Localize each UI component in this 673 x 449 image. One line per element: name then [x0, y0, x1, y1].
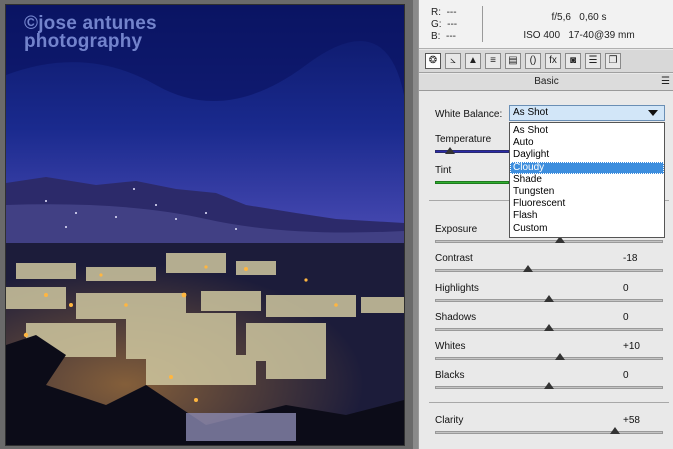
aperture: f/5,6	[551, 12, 571, 23]
whites-slider-track[interactable]	[435, 357, 663, 360]
temperature-label: Temperature	[435, 134, 492, 145]
white-balance-option[interactable]: As Shot	[510, 125, 664, 137]
whites-label: Whites	[435, 341, 466, 352]
blacks-value[interactable]: 0	[623, 370, 663, 381]
tab-effects[interactable]: fx	[545, 53, 561, 69]
white-balance-select[interactable]: As Shot	[509, 105, 665, 121]
white-balance-label: White Balance:	[435, 109, 503, 120]
r-value: ---	[446, 7, 457, 18]
clarity-slider-track[interactable]	[435, 431, 663, 434]
contrast-slider-thumb[interactable]	[523, 265, 534, 272]
shadows-slider-thumb[interactable]	[544, 324, 554, 331]
watermark: ©jose antunes photography	[24, 14, 157, 52]
camera-icon: ◙	[569, 55, 577, 66]
contrast-value[interactable]: -18	[623, 253, 663, 264]
white-balance-selected: As Shot	[513, 107, 549, 118]
g-value: ---	[447, 19, 458, 30]
iso: ISO 400	[523, 30, 561, 41]
temperature-slider-thumb[interactable]	[444, 147, 455, 154]
white-balance-option[interactable]: Shade	[510, 174, 664, 186]
panel-menu-icon[interactable]: ☰	[661, 74, 670, 90]
panel-header: Basic ☰	[419, 74, 673, 91]
presets-icon: ☰	[588, 55, 598, 66]
hsl-bars-icon: ≡	[490, 55, 496, 66]
clarity-slider-thumb[interactable]	[610, 427, 621, 434]
rgb-readout: R: --- G: --- B: ---	[431, 7, 457, 43]
camera-raw-panel: R: --- G: --- B: --- f/5,6 0,60 s ISO 40…	[418, 0, 673, 449]
camera-aperture-icon: ❂	[428, 55, 438, 66]
exif-info: f/5,6 0,60 s ISO 400 17-40@39 mm	[499, 9, 659, 45]
exposure-slider-track[interactable]	[435, 240, 663, 243]
white-balance-option[interactable]: Fluorescent	[510, 198, 664, 210]
watermark-line-2: photography	[24, 31, 143, 52]
panel-tabs-toolbar: ❂ ⦣ ▲ ≡ ▤ () fx ◙ ☰ ❐	[419, 50, 673, 73]
white-balance-dropdown-list: As Shot Auto Daylight Cloudy Shade Tungsten Fl…	[509, 122, 665, 238]
shadows-label: Shadows	[435, 312, 477, 323]
contrast-slider-track[interactable]	[435, 269, 663, 272]
whites-slider-thumb[interactable]	[555, 353, 566, 360]
detail-triangle-icon: ▲	[468, 55, 478, 66]
b-label: B:	[431, 31, 441, 42]
split-toning-icon: ▤	[508, 55, 518, 66]
white-balance-option[interactable]: Auto	[510, 137, 664, 149]
fx-icon: fx	[549, 55, 557, 66]
panel-title: Basic	[534, 76, 559, 87]
clarity-value[interactable]: +58	[623, 415, 663, 426]
tab-tone-curve[interactable]: ⦣	[445, 53, 461, 69]
g-label: G:	[431, 19, 442, 30]
tab-hsl[interactable]: ≡	[485, 53, 501, 69]
highlights-value[interactable]: 0	[623, 283, 663, 294]
tone-curve-icon: ⦣	[450, 55, 456, 66]
tab-detail[interactable]: ▲	[465, 53, 481, 69]
blacks-label: Blacks	[435, 370, 465, 381]
tab-lens-corrections[interactable]: ()	[525, 53, 541, 69]
blacks-slider-thumb[interactable]	[544, 382, 554, 389]
white-balance-option[interactable]: Tungsten	[510, 186, 664, 198]
exposure-label: Exposure	[435, 224, 478, 235]
tint-slider-track[interactable]	[435, 181, 509, 184]
tab-basic[interactable]: ❂	[425, 53, 441, 69]
shutter-speed: 0,60 s	[579, 12, 607, 23]
clarity-label: Clarity	[435, 415, 464, 426]
b-value: ---	[446, 31, 457, 42]
tab-presets[interactable]: ☰	[585, 53, 601, 69]
white-balance-option[interactable]: Daylight	[510, 149, 664, 161]
tab-camera-calibration[interactable]: ◙	[565, 53, 581, 69]
tab-split-toning[interactable]: ▤	[505, 53, 521, 69]
white-balance-option[interactable]: Flash	[510, 210, 664, 222]
r-label: R:	[431, 7, 441, 18]
lens-icon: ()	[529, 55, 537, 66]
readout-divider	[482, 6, 483, 42]
whites-value[interactable]: +10	[623, 341, 663, 352]
white-balance-option[interactable]: Cloudy	[510, 161, 664, 174]
night-cityscape-image	[6, 5, 404, 445]
tint-label: Tint	[435, 165, 452, 176]
lens-focal-length: 17-40@39 mm	[568, 30, 635, 41]
highlights-label: Highlights	[435, 283, 479, 294]
contrast-label: Contrast	[435, 253, 473, 264]
photo-preview-frame: ©jose antunes photography	[0, 0, 413, 449]
highlights-slider-thumb[interactable]	[544, 295, 554, 302]
chevron-down-icon	[648, 110, 658, 116]
tab-snapshots[interactable]: ❐	[605, 53, 621, 69]
info-readout: R: --- G: --- B: --- f/5,6 0,60 s ISO 40…	[419, 0, 673, 49]
section-divider	[429, 402, 669, 403]
photo-preview[interactable]: ©jose antunes photography	[5, 4, 405, 446]
shadows-value[interactable]: 0	[623, 312, 663, 323]
white-balance-option[interactable]: Custom	[510, 223, 664, 235]
snapshots-icon: ❐	[608, 55, 618, 66]
